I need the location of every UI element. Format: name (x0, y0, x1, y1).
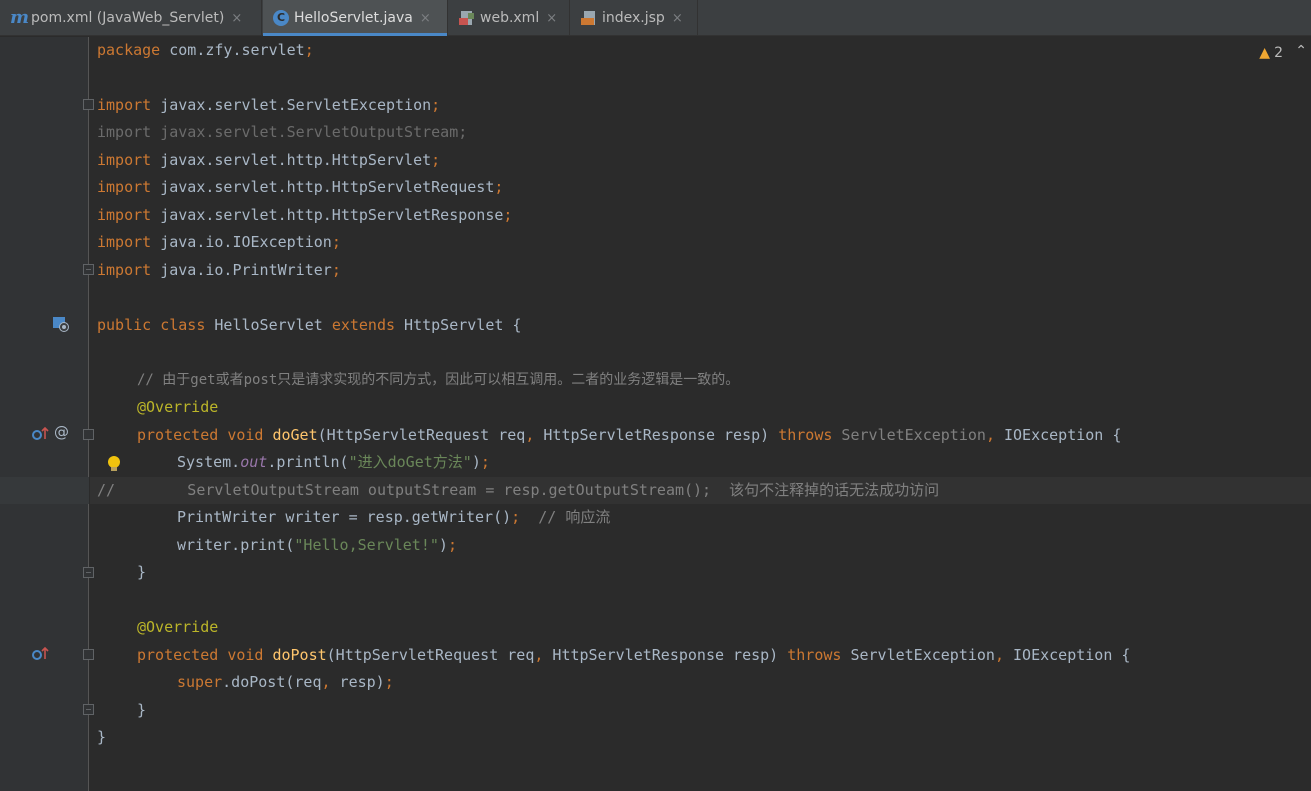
maven-icon: m (10, 7, 30, 28)
override-method-icon[interactable] (31, 646, 49, 662)
code-line-23: protected void doPost(HttpServletRequest… (137, 646, 1131, 664)
code-line-1: package com.zfy.servlet; (97, 41, 314, 59)
code-line-26: } (97, 728, 107, 746)
line-number[interactable]: 17 (0, 341, 1311, 360)
warning-count: 2 (1274, 45, 1283, 61)
close-icon[interactable]: × (546, 11, 557, 26)
line-number[interactable]: 14 (0, 284, 1311, 303)
code-line-17: // ServletOutputStream outputStream = re… (97, 481, 940, 499)
fold-marker[interactable] (83, 704, 94, 715)
code-line-15: protected void doGet(HttpServletRequest … (137, 426, 1122, 444)
fold-marker[interactable] (83, 567, 94, 578)
fold-marker[interactable] (83, 264, 94, 275)
fold-marker[interactable] (83, 99, 94, 110)
code-line-18: PrintWriter writer = resp.getWriter(); /… (177, 508, 611, 526)
code-line-4: import javax.servlet.ServletOutputStream… (97, 123, 468, 141)
code-line-24: super.doPost(req, resp); (177, 673, 394, 691)
code-line-20: } (137, 563, 147, 581)
override-method-icon[interactable] (31, 426, 49, 442)
code-line-7: import javax.servlet.http.HttpServletRes… (97, 206, 513, 224)
line-gutter[interactable] (0, 37, 89, 791)
code-line-3: import javax.servlet.ServletException; (97, 96, 441, 114)
fold-marker[interactable] (83, 429, 94, 440)
code-line-13: // 由于get或者post只是请求实现的不同方式，因此可以相互调用。二者的业务… (137, 372, 740, 388)
tab-helloservlet-java[interactable]: C HelloServlet.java × (263, 0, 448, 36)
code-editor[interactable]: 1234567891011121314151617181920212223242… (0, 37, 1311, 791)
chevron-up-icon[interactable]: ⌃ (1295, 43, 1307, 59)
tab-label: pom.xml (JavaWeb_Servlet) (31, 10, 225, 26)
editor-tab-bar: m pom.xml (JavaWeb_Servlet) × C HelloSer… (0, 0, 1311, 36)
tab-web-xml[interactable]: web.xml × (449, 0, 570, 36)
tab-pom-xml[interactable]: m pom.xml (JavaWeb_Servlet) × (0, 0, 262, 36)
close-icon[interactable]: × (231, 11, 242, 26)
fold-marker[interactable] (83, 649, 94, 660)
code-line-11: public class HelloServlet extends HttpSe… (97, 316, 522, 334)
servlet-class-icon[interactable] (52, 316, 70, 332)
xml-file-icon (459, 10, 475, 26)
close-icon[interactable]: × (672, 11, 683, 26)
tab-label: index.jsp (602, 10, 665, 26)
code-line-14: @Override (137, 398, 219, 416)
close-icon[interactable]: × (420, 11, 431, 26)
code-line-8: import java.io.IOException; (97, 233, 341, 251)
tab-label: web.xml (480, 10, 540, 26)
code-line-25: } (137, 701, 147, 719)
code-line-19: writer.print("Hello,Servlet!"); (177, 536, 457, 554)
lightbulb-icon[interactable] (106, 455, 122, 473)
inspection-widget[interactable]: ▲ 2 (1259, 45, 1283, 61)
code-line-16: System.out.println("进入doGet方法"); (177, 453, 490, 471)
code-line-6: import javax.servlet.http.HttpServletReq… (97, 178, 504, 196)
tab-index-jsp[interactable]: index.jsp × (571, 0, 698, 36)
tab-label: HelloServlet.java (294, 10, 413, 26)
at-annotation-icon[interactable]: @ (54, 423, 69, 441)
code-line-5: import javax.servlet.http.HttpServlet; (97, 151, 441, 169)
code-line-9: import java.io.PrintWriter; (97, 261, 341, 279)
code-line-22: @Override (137, 618, 219, 636)
current-line-gutter (0, 477, 89, 504)
warning-icon: ▲ (1259, 45, 1271, 61)
jsp-file-icon (581, 10, 597, 26)
java-class-icon: C (273, 10, 289, 26)
